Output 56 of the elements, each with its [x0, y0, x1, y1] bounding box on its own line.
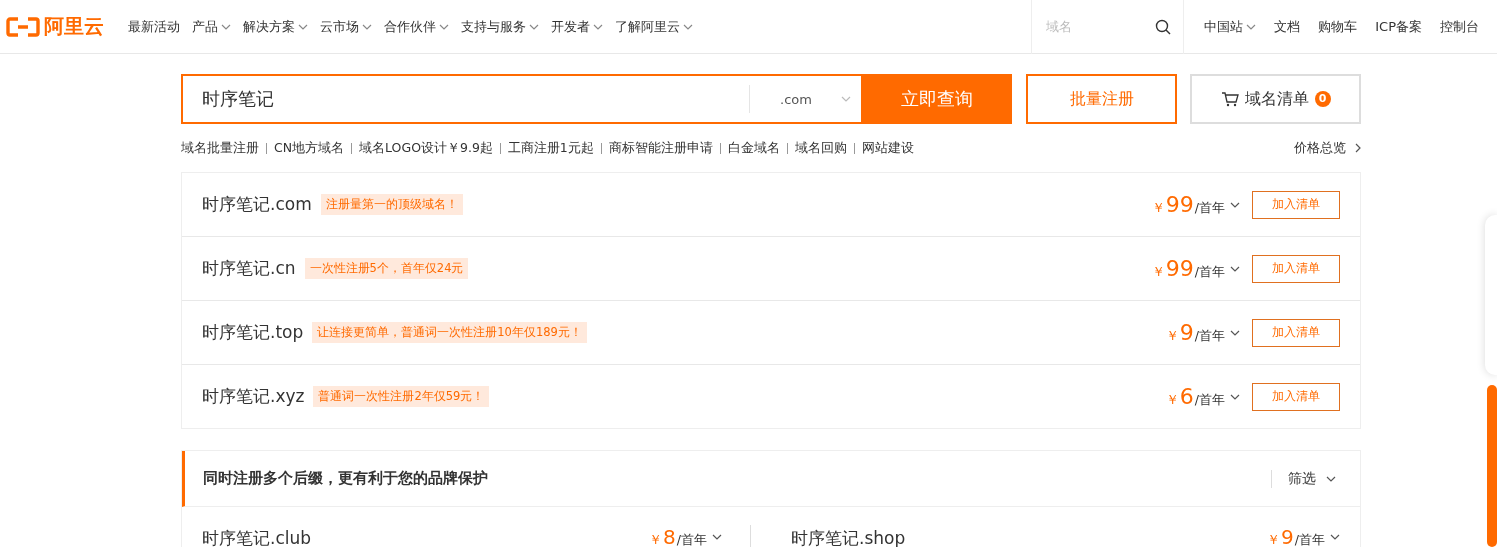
price-selector[interactable]: ￥99/首年	[1151, 256, 1240, 281]
promo-tag: 让连接更简单，普通词一次性注册10年仅189元！	[312, 322, 587, 343]
quick-link[interactable]: 商标智能注册申请	[608, 139, 713, 157]
search-icon	[1155, 18, 1172, 35]
domain-name: 时序笔记.shop	[791, 527, 906, 547]
nav-link[interactable]: 支持与服务	[461, 17, 539, 36]
nav-link[interactable]: 文档	[1274, 17, 1301, 36]
domain-search-field[interactable]: 时序笔记 .com	[181, 74, 861, 124]
nav-link[interactable]: 中国站	[1204, 17, 1257, 36]
price-overview-link[interactable]: 价格总览	[1294, 139, 1361, 157]
quick-link[interactable]: 网站建设	[861, 139, 914, 157]
count-badge: 0	[1314, 91, 1331, 107]
cart-icon	[1220, 91, 1239, 107]
nav-link[interactable]: 合作伙伴	[384, 17, 449, 36]
quick-link[interactable]: 工商注册1元起	[507, 139, 594, 157]
nav-link[interactable]: ICP备案	[1375, 17, 1422, 36]
quick-link[interactable]: 域名LOGO设计￥9.9起	[359, 139, 493, 157]
domain-name: 时序笔记.com	[202, 193, 312, 216]
promo-tag: 注册量第一的顶级域名！	[320, 194, 463, 215]
filter-dropdown[interactable]: 筛选	[1271, 469, 1336, 488]
caret-icon	[1326, 475, 1336, 482]
nav-link[interactable]: 开发者	[551, 17, 603, 36]
price-selector[interactable]: ￥6/首年	[1165, 384, 1240, 409]
price-selector[interactable]: ￥8/首年	[649, 525, 722, 547]
nav-link[interactable]: 云市场	[320, 17, 372, 36]
domain-name: 时序笔记.top	[202, 321, 304, 344]
caret-icon	[1230, 393, 1240, 400]
caret-icon	[712, 534, 722, 540]
chevron-right-icon	[1355, 143, 1361, 153]
quick-link[interactable]: 白金域名	[727, 139, 780, 157]
promo-tag: 一次性注册5个，首年仅24元	[304, 258, 469, 279]
nav-link[interactable]: 购物车	[1318, 17, 1358, 36]
side-tab[interactable]	[1487, 385, 1497, 547]
logo-icon	[6, 16, 40, 37]
domain-list-button[interactable]: 域名清单 0	[1190, 74, 1361, 124]
caret-icon	[1230, 329, 1240, 336]
promo-tag: 普通词一次性注册2年仅59元！	[313, 386, 490, 407]
caret-icon	[841, 96, 851, 102]
quick-link[interactable]: 域名回购	[794, 139, 847, 157]
caret-icon	[1230, 265, 1240, 272]
nav-link[interactable]: 了解阿里云	[615, 17, 693, 36]
domain-name: 时序笔记.cn	[202, 257, 296, 280]
quick-link[interactable]: CN地方域名	[274, 139, 345, 157]
caret-icon	[1330, 534, 1340, 540]
section-title: 同时注册多个后缀，更有利于您的品牌保护	[203, 469, 488, 488]
domain-name: 时序笔记.club	[202, 527, 312, 547]
price-selector[interactable]: ￥99/首年	[1151, 192, 1240, 217]
price-selector[interactable]: ￥9/首年	[1267, 525, 1340, 547]
nav-link[interactable]: 控制台	[1440, 17, 1479, 36]
nav-link[interactable]: 解决方案	[243, 17, 308, 36]
price-selector[interactable]: ￥9/首年	[1165, 320, 1240, 345]
domain-name: 时序笔记.xyz	[202, 385, 305, 408]
nav-link[interactable]: 最新活动	[128, 17, 180, 36]
caret-icon	[1230, 201, 1240, 208]
quick-link[interactable]: 域名批量注册	[181, 139, 259, 157]
nav-link[interactable]: 产品	[192, 17, 231, 36]
